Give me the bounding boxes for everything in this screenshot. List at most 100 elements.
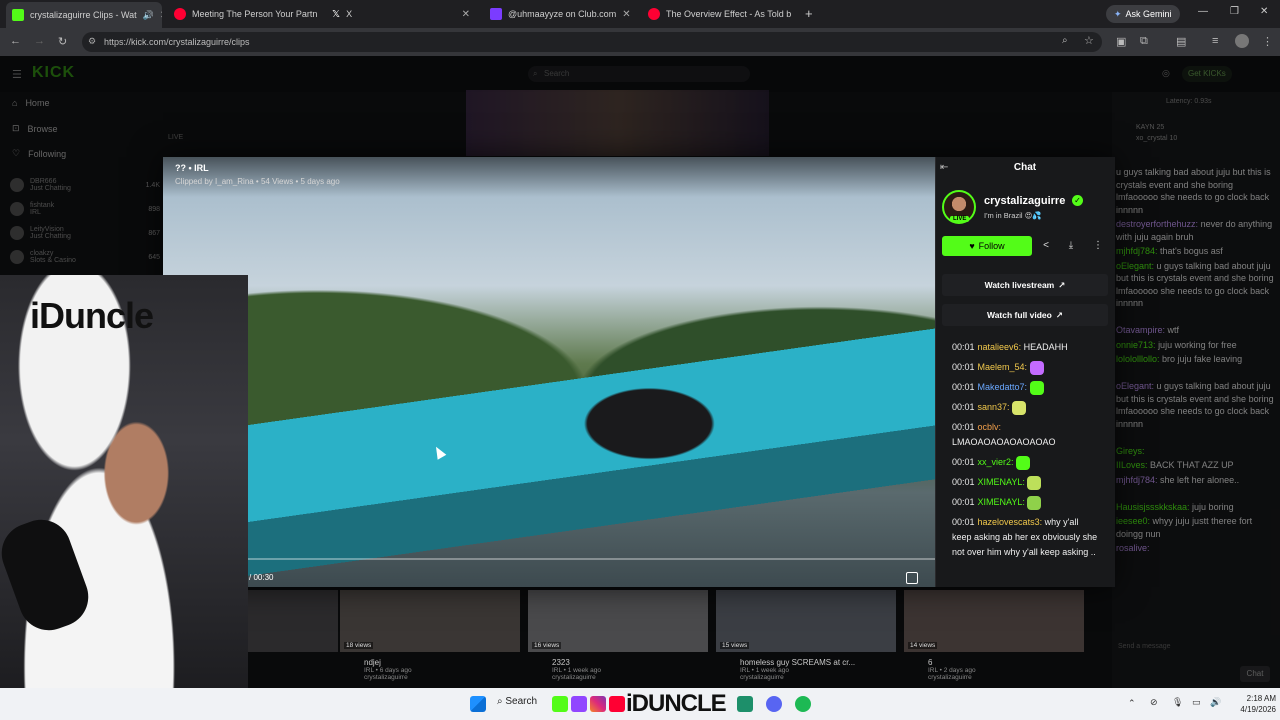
external-link-icon: ↗	[1058, 279, 1066, 290]
chat-timestamp: 00:01	[952, 422, 975, 432]
chat-message: 00:01 ocblv: LMAOAOAOAOAOAOAO	[952, 420, 1100, 450]
clip-card-info[interactable]: 2323 IRL • 1 week ago crystalizaguirre	[552, 658, 601, 681]
url-input[interactable]: ⚙ https://kick.com/crystalizaguirre/clip…	[82, 32, 1102, 52]
clip-card-channel: crystalizaguirre	[740, 674, 784, 681]
reload-icon[interactable]: ↻	[58, 35, 67, 48]
chat-timestamp: 00:01	[952, 382, 975, 392]
live-badge: LIVE	[950, 216, 970, 222]
close-tab-icon[interactable]: ✕	[462, 9, 470, 20]
profile-avatar[interactable]	[1235, 34, 1249, 48]
chat-message: 00:01 natalieev6: HEADAHH	[952, 340, 1100, 355]
puzzle-extensions-icon[interactable]: ⧉	[1140, 35, 1148, 48]
chat-username[interactable]: XIMENAYL:	[978, 477, 1025, 487]
kick-favicon-icon	[12, 9, 24, 21]
maximize-icon[interactable]: ❐	[1230, 6, 1239, 17]
tab-x[interactable]: 𝕏 X ✕	[326, 4, 476, 24]
clip-card-info[interactable]: ndjej IRL • 6 days ago crystalizaguirre	[364, 658, 412, 681]
clip-card-thumbnail[interactable]: 18 views	[340, 590, 520, 652]
network-icon[interactable]: ⊘	[1150, 697, 1158, 708]
fullscreen-icon[interactable]	[906, 572, 918, 584]
sidepanel-icon[interactable]: ▤	[1176, 35, 1186, 48]
chat-username[interactable]: hazelovescats3:	[978, 517, 1043, 527]
instagram-app-icon[interactable]	[590, 696, 606, 712]
close-tab-icon[interactable]: ✕	[622, 9, 630, 20]
follow-label: Follow	[978, 241, 1005, 251]
chat-username[interactable]: sann37:	[978, 402, 1010, 412]
download-icon[interactable]: ⤓	[1062, 238, 1080, 254]
bookmark-star-icon[interactable]: ☆	[1084, 34, 1094, 47]
share-icon[interactable]: <	[1037, 238, 1055, 254]
tray-chevron-icon[interactable]: ⌃	[1128, 698, 1136, 709]
more-options-icon[interactable]: ⋮	[1089, 238, 1107, 254]
chat-message: 00:01 xx_vier2:	[952, 455, 1100, 470]
chat-text: HEADAHH	[1023, 342, 1068, 352]
club-favicon-icon	[490, 8, 502, 20]
spotify-app-icon[interactable]	[795, 696, 811, 712]
gemini-sparkle-icon: ✦	[1114, 8, 1122, 19]
chat-username[interactable]: xx_vier2:	[978, 457, 1014, 467]
emote-icon	[1029, 380, 1044, 395]
kick-app-icon[interactable]	[552, 696, 568, 712]
tab-youtube-1[interactable]: Meeting The Person Your Partn ✕	[168, 4, 318, 24]
tab-kick[interactable]: crystalizaguirre Clips - Wat 🔊 ✕	[6, 2, 162, 28]
chat-username[interactable]: natalieev6:	[978, 342, 1022, 352]
media-control-icon[interactable]: ≡	[1212, 35, 1218, 47]
video-progress-bar[interactable]	[248, 558, 935, 560]
ask-gemini-button[interactable]: ✦ Ask Gemini	[1106, 5, 1180, 23]
taskbar-clock[interactable]: 2:18 AM 4/19/2026	[1228, 693, 1276, 715]
windows-start-icon[interactable]	[470, 696, 486, 712]
minimize-icon[interactable]: —	[1198, 6, 1208, 17]
chat-username[interactable]: Maelem_54:	[978, 362, 1028, 372]
mic-tray-icon[interactable]: 🎙	[1172, 697, 1183, 708]
forward-icon[interactable]: →	[34, 35, 45, 47]
streamer-name[interactable]: crystalizaguirre	[984, 195, 1065, 207]
chat-username[interactable]: ocblv:	[978, 422, 1002, 432]
chat-timestamp: 00:01	[952, 477, 975, 487]
clip-card-channel: crystalizaguirre	[928, 674, 972, 681]
chat-message: 00:01 Makedatto7:	[952, 380, 1100, 395]
browser-menu-icon[interactable]: ⋮	[1262, 35, 1273, 48]
follow-button[interactable]: ♥ Follow	[942, 236, 1032, 256]
clip-card-thumbnail[interactable]: 14 views	[904, 590, 1084, 652]
tab-club[interactable]: @uhmaayyze on Club.com ✕	[484, 4, 634, 24]
new-tab-icon[interactable]: +	[805, 6, 813, 21]
taskbar-search-label: Search	[505, 696, 538, 707]
clip-card-thumbnail[interactable]: 16 views	[528, 590, 708, 652]
verified-icon: ✓	[1072, 195, 1083, 206]
taskbar-search[interactable]: ⌕ Search	[497, 696, 537, 707]
chat-timestamp: 00:01	[952, 362, 975, 372]
clip-card-channel: crystalizaguirre	[364, 674, 408, 681]
zoom-icon[interactable]: ⌕	[1062, 35, 1068, 46]
clip-video-player[interactable]	[163, 157, 935, 587]
close-tab-icon[interactable]: ✕	[160, 10, 162, 21]
site-info-icon[interactable]: ⚙	[88, 36, 96, 47]
speaker-icon[interactable]: 🔊	[143, 10, 154, 21]
watch-full-video-button[interactable]: Watch full video ↗	[942, 304, 1108, 326]
watch-livestream-button[interactable]: Watch livestream ↗	[942, 274, 1108, 296]
chat-username[interactable]: Makedatto7:	[978, 382, 1028, 392]
app-icon[interactable]	[737, 696, 753, 712]
display-icon[interactable]: ▭	[1192, 697, 1201, 708]
extension-icon[interactable]: ▣	[1116, 35, 1126, 48]
chat-message: 00:01 sann37:	[952, 400, 1100, 415]
clip-subtitle: Clipped by I_am_Rina • 54 Views • 5 days…	[175, 177, 340, 186]
emote-icon	[1012, 400, 1027, 415]
discord-app-icon[interactable]	[766, 696, 782, 712]
clock-date: 4/19/2026	[1240, 705, 1276, 714]
twitch-app-icon[interactable]	[571, 696, 587, 712]
close-window-icon[interactable]: ✕	[1260, 6, 1268, 17]
tab-title: X	[346, 9, 353, 19]
chat-timestamp: 00:01	[952, 517, 975, 527]
tab-youtube-2[interactable]: The Overview Effect - As Told b ✕	[642, 4, 794, 24]
clip-card-thumbnail[interactable]: 15 views	[716, 590, 896, 652]
youtube-app-icon[interactable]	[609, 696, 625, 712]
volume-icon[interactable]: 🔊	[1210, 697, 1221, 708]
clip-card-info[interactable]: 6 IRL • 2 days ago crystalizaguirre	[928, 658, 976, 681]
tab-title: The Overview Effect - As Told b	[666, 9, 792, 19]
chat-username[interactable]: XIMENAYL:	[978, 497, 1025, 507]
back-icon[interactable]: ←	[10, 35, 21, 47]
clip-card-views: 14 views	[908, 642, 938, 649]
tab-title: @uhmaayyze on Club.com	[508, 9, 617, 19]
clip-card-info[interactable]: homeless guy SCREAMS at cr... IRL • 1 wee…	[740, 658, 855, 681]
tab-title: crystalizaguirre Clips - Wat	[30, 10, 137, 20]
